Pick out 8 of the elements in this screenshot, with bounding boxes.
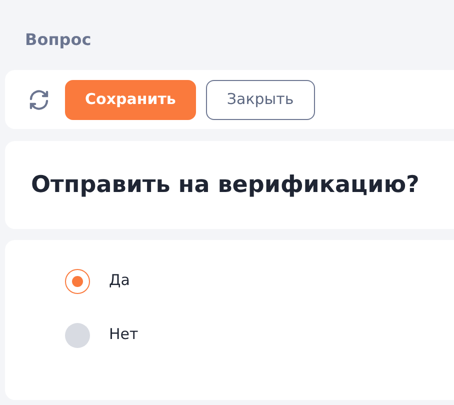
question-text: Отправить на верификацию? <box>31 170 420 200</box>
close-button[interactable]: Закрыть <box>206 80 315 120</box>
radio-button[interactable] <box>65 269 90 294</box>
page-title: Вопрос <box>24 29 92 51</box>
radio-button[interactable] <box>65 323 90 348</box>
refresh-icon[interactable] <box>27 88 51 112</box>
option-label[interactable]: Да <box>109 269 130 292</box>
option-label[interactable]: Нет <box>109 323 138 346</box>
